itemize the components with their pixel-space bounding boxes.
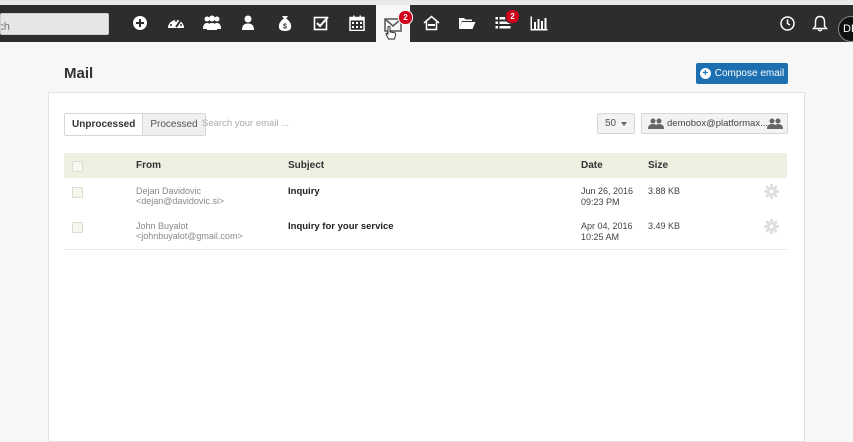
from-email: <johnbuyalot@gmail.com> bbox=[136, 231, 243, 241]
plus-icon: + bbox=[699, 68, 711, 79]
add-icon bbox=[133, 16, 147, 30]
subject-cell: Inquiry for your service bbox=[288, 221, 394, 232]
nav-account[interactable] bbox=[235, 10, 261, 36]
bell-icon bbox=[812, 15, 828, 31]
mailbox-select[interactable]: demobox@platformax.... bbox=[641, 113, 788, 134]
mail-filter-tabs: Unprocessed Processed bbox=[64, 113, 206, 136]
mail-badge: 2 bbox=[398, 10, 413, 25]
table-header: From Subject Date Size bbox=[64, 153, 787, 178]
properties-icon bbox=[422, 15, 440, 31]
mail-panel bbox=[48, 92, 805, 442]
nav-listings[interactable]: 2 bbox=[490, 9, 520, 36]
page-title: Mail bbox=[64, 65, 94, 82]
tasks-icon bbox=[313, 16, 329, 31]
from-name: Dejan Davidovic bbox=[136, 186, 202, 196]
from-cell: Dejan Davidovic <dejan@davidovic.si> bbox=[136, 186, 224, 206]
from-email: <dejan@davidovic.si> bbox=[136, 196, 225, 206]
column-date[interactable]: Date bbox=[581, 153, 603, 178]
nav-notifications[interactable] bbox=[807, 10, 833, 36]
subject-cell: Inquiry bbox=[288, 186, 320, 197]
caret-down-icon bbox=[621, 122, 627, 126]
time-value: 10:25 AM bbox=[581, 232, 620, 242]
nav-dashboard[interactable] bbox=[163, 10, 189, 36]
date-value: Jun 26, 2016 bbox=[581, 186, 634, 196]
size-cell: 3.88 KB bbox=[648, 186, 681, 196]
select-all-checkbox[interactable] bbox=[72, 161, 83, 172]
dashboard-icon bbox=[168, 20, 184, 28]
list-badge: 2 bbox=[505, 9, 520, 24]
size-cell: 3.49 KB bbox=[648, 221, 681, 231]
tab-unprocessed[interactable]: Unprocessed bbox=[65, 114, 143, 135]
from-name: John Buyalot bbox=[136, 221, 189, 231]
nav-properties[interactable] bbox=[418, 10, 444, 36]
nav-calendar[interactable] bbox=[344, 10, 370, 36]
nav-add[interactable] bbox=[127, 10, 153, 36]
date-cell: Apr 04, 2016 10:25 AM bbox=[581, 221, 633, 243]
gear-icon[interactable] bbox=[764, 184, 779, 199]
people-icon bbox=[203, 15, 221, 30]
column-subject[interactable]: Subject bbox=[288, 153, 324, 178]
gear-icon[interactable] bbox=[764, 219, 779, 234]
clock-icon bbox=[779, 15, 795, 31]
time-value: 09:23 PM bbox=[581, 197, 620, 207]
nav-documents[interactable] bbox=[454, 10, 480, 36]
nav-mail[interactable]: 2 bbox=[376, 5, 413, 42]
person-icon bbox=[242, 15, 254, 30]
nav-recent[interactable] bbox=[774, 10, 800, 36]
folder-icon bbox=[459, 18, 476, 29]
date-value: Apr 04, 2016 bbox=[581, 221, 633, 231]
nav-deals[interactable]: $ bbox=[272, 10, 298, 36]
nav-contacts[interactable] bbox=[199, 10, 225, 36]
row-checkbox[interactable] bbox=[72, 187, 83, 198]
from-cell: John Buyalot <johnbuyalot@gmail.com> bbox=[136, 221, 243, 241]
top-navbar: $ 2 2 DD bbox=[0, 5, 853, 42]
money-bag-icon: $ bbox=[278, 15, 292, 31]
row-checkbox[interactable] bbox=[72, 222, 83, 233]
calendar-icon bbox=[349, 15, 365, 31]
per-page-select[interactable]: 50 bbox=[597, 113, 635, 134]
nav-reports[interactable] bbox=[526, 10, 552, 36]
compose-email-button[interactable]: + Compose email bbox=[696, 63, 788, 84]
table-row[interactable]: Dejan Davidovic <dejan@davidovic.si> Inq… bbox=[64, 179, 787, 215]
per-page-value: 50 bbox=[605, 118, 617, 129]
svg-text:$: $ bbox=[283, 23, 287, 30]
date-cell: Jun 26, 2016 09:23 PM bbox=[581, 186, 633, 208]
global-search-input[interactable] bbox=[0, 13, 109, 35]
column-from[interactable]: From bbox=[136, 153, 161, 178]
reports-icon bbox=[530, 16, 548, 30]
users-icon bbox=[767, 118, 783, 129]
compose-email-label: Compose email bbox=[714, 68, 785, 79]
users-icon bbox=[648, 118, 664, 129]
nav-tasks[interactable] bbox=[308, 10, 334, 36]
avatar[interactable]: DD bbox=[838, 16, 853, 42]
email-search-input[interactable] bbox=[196, 113, 303, 134]
mailbox-label: demobox@platformax.... bbox=[667, 118, 771, 129]
pointer-cursor-icon bbox=[385, 26, 397, 40]
table-row[interactable]: John Buyalot <johnbuyalot@gmail.com> Inq… bbox=[64, 214, 787, 250]
column-size[interactable]: Size bbox=[648, 153, 668, 178]
